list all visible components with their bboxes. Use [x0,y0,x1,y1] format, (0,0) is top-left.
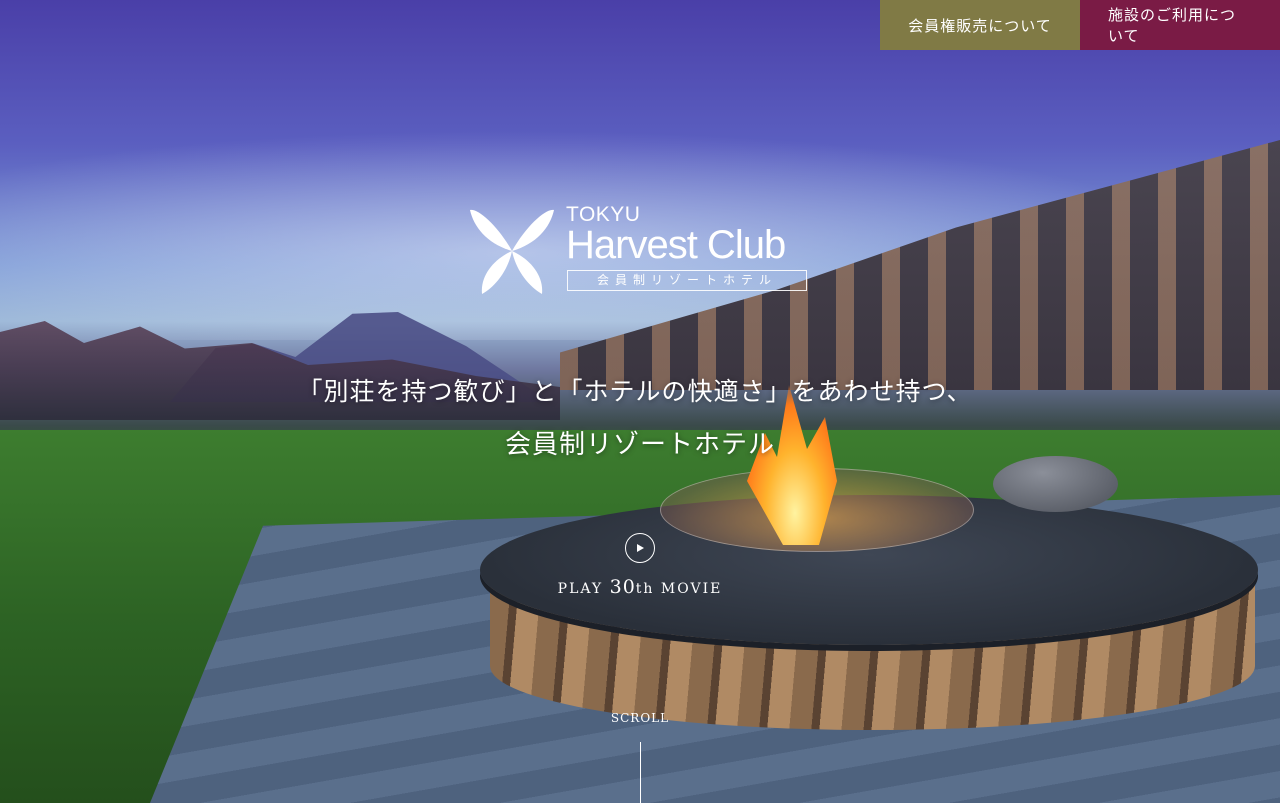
catchphrase-line-1: 「別荘を持つ歓び」と「ホテルの快適さ」をあわせ持つ、 [297,377,973,406]
scroll-indicator-label[interactable]: SCROLL [590,711,690,725]
membership-sales-button[interactable]: 会員権販売について [880,0,1080,50]
catchphrase-line-2: 会員制リゾートホテル [504,430,775,460]
logo-tagline: 会員制リゾートホテル [567,270,807,291]
play-movie-prefix: PLAY [557,581,610,597]
facility-use-button[interactable]: 施設のご利用について [1080,0,1280,50]
play-movie-number: 30 [609,576,636,598]
play-movie-button[interactable] [625,533,655,563]
stone-seat [993,456,1118,512]
top-navigation: 会員権販売について 施設のご利用について [880,0,1280,50]
butterfly-logo-icon [470,209,554,294]
play-movie-label[interactable]: PLAY 30th MOVIE [540,576,740,598]
scroll-indicator-line [640,742,641,803]
logo-wordmark: TOKYU Harvest Club [566,204,786,267]
play-movie-suffix: th [635,581,655,597]
logo-name-text: Harvest Club [566,223,786,267]
harvest-club-logo[interactable]: TOKYU Harvest Club 会員制リゾートホテル [468,204,813,296]
play-movie-tail: MOVIE [654,581,723,597]
play-icon [637,544,644,552]
